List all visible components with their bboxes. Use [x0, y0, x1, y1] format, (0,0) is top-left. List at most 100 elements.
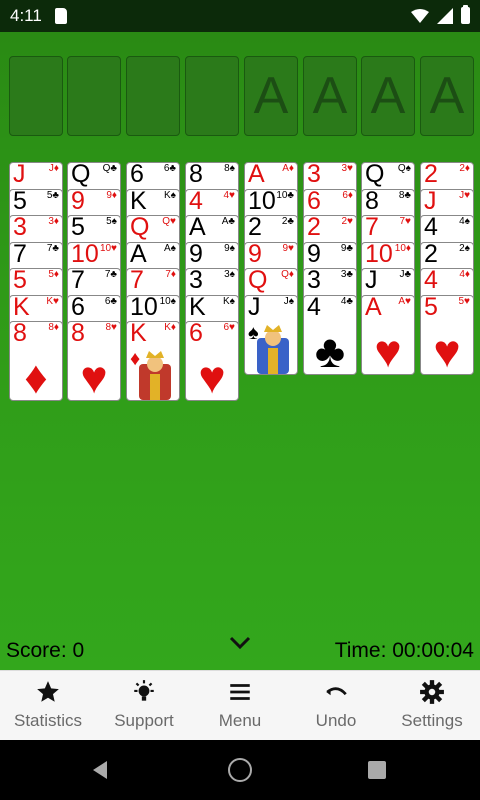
playing-card[interactable]: K K♦ ♦ — [126, 321, 180, 401]
bottom-toolbar: Statistics Support Menu Undo Settings — [0, 670, 480, 740]
card-rank: 6 — [307, 188, 321, 215]
card-corner-index: 9♥ — [282, 242, 295, 254]
foundation-1[interactable]: A — [244, 56, 298, 136]
star-icon — [37, 681, 59, 702]
game-table: A A A A J J♦ 5 5♣ 3 3♦ 7 7♣ 5 5♦ K K♥ 8 8♦ ♦ Q Q♣ 9 9♦ 5 5♠ 1… — [0, 32, 480, 670]
card-rank: 3 — [189, 268, 203, 294]
card-rank: J — [424, 188, 437, 215]
statistics-button[interactable]: Statistics — [0, 671, 96, 740]
playing-card[interactable]: A A♥ ♥ — [361, 294, 415, 375]
card-corner-index: 4♦ — [459, 269, 470, 280]
card-corner-index: J♠ — [283, 295, 294, 307]
card-corner-index: 3♥ — [341, 163, 354, 174]
card-rank: 8 — [71, 321, 85, 347]
playing-card[interactable]: 5 5♥ ♥ — [420, 294, 474, 375]
card-rank: 4 — [424, 268, 438, 294]
card-corner-index: 9♠ — [224, 242, 235, 254]
card-rank: K — [13, 294, 30, 321]
card-corner-index: 5♥ — [458, 295, 471, 307]
foundation-placeholder: A — [370, 67, 406, 125]
card-rank: 4 — [189, 188, 203, 215]
card-rank: A — [248, 162, 265, 188]
hamburger-menu-icon — [230, 684, 250, 700]
card-corner-index: A♠ — [164, 242, 176, 254]
card-rank: 3 — [13, 215, 27, 241]
free-cell-4[interactable] — [185, 56, 239, 136]
playing-card[interactable]: J J♠ ♠ — [244, 294, 298, 375]
card-rank: 2 — [307, 215, 321, 241]
card-corner-index: K♠ — [164, 189, 176, 201]
card-corner-index: 6♣ — [104, 295, 117, 307]
chevron-down-icon[interactable] — [228, 634, 252, 652]
card-corner-index: 10♦ — [394, 242, 411, 254]
card-rank: 6 — [130, 162, 144, 188]
menu-button[interactable]: Menu — [192, 671, 288, 740]
card-corner-index: K♦ — [164, 322, 176, 333]
card-corner-index: 9♣ — [340, 242, 353, 254]
card-rank: 6 — [189, 321, 203, 347]
back-icon[interactable] — [90, 760, 110, 780]
card-rank: J — [248, 294, 261, 321]
card-rank: 9 — [307, 241, 321, 268]
foundation-2[interactable]: A — [303, 56, 357, 136]
wifi-icon — [411, 8, 429, 23]
card-rank: 7 — [71, 268, 85, 294]
home-icon[interactable] — [228, 758, 252, 782]
card-rank: 10 — [248, 188, 276, 215]
card-rank: 2 — [424, 162, 438, 188]
playing-card[interactable]: 8 8♥ ♥ — [67, 321, 121, 401]
card-corner-index: 2♠ — [459, 242, 470, 254]
undo-label: Undo — [315, 711, 357, 730]
card-corner-index: Q♠ — [397, 163, 411, 174]
card-rank: 8 — [13, 321, 27, 347]
card-corner-index: 4♠ — [459, 216, 470, 227]
card-corner-index: 8♥ — [105, 322, 118, 333]
settings-button[interactable]: Settings — [384, 671, 480, 740]
playing-card[interactable]: 8 8♦ ♦ — [9, 321, 63, 401]
recent-apps-icon[interactable] — [368, 761, 386, 779]
menu-label: Menu — [218, 711, 262, 730]
card-rank: 4 — [424, 215, 438, 241]
playing-card[interactable]: 4 4♣ ♣ — [303, 294, 357, 375]
card-rank: Q — [365, 162, 385, 188]
card-corner-index: A♣ — [221, 216, 235, 227]
free-cell-3[interactable] — [126, 56, 180, 136]
card-rank: A — [189, 215, 206, 241]
face-card-art — [139, 351, 171, 400]
card-corner-index: 4♣ — [340, 295, 353, 307]
card-corner-index: 8♦ — [48, 322, 59, 333]
card-corner-index: 6♦ — [342, 189, 353, 201]
card-corner-index: K♠ — [223, 295, 235, 307]
card-rank: K — [189, 294, 206, 321]
card-corner-index: 7♦ — [165, 269, 176, 280]
free-cell-2[interactable] — [67, 56, 121, 136]
free-cell-1[interactable] — [9, 56, 63, 136]
card-corner-index: A♦ — [282, 163, 294, 174]
support-label: Support — [114, 711, 174, 730]
support-button[interactable]: Support — [96, 671, 192, 740]
foundation-4[interactable]: A — [420, 56, 474, 136]
card-corner-index: 10♥ — [99, 242, 117, 254]
undo-icon — [326, 687, 347, 696]
card-rank: 5 — [13, 188, 27, 215]
playing-card[interactable]: 6 6♥ ♥ — [185, 321, 239, 401]
card-rank: 6 — [71, 294, 85, 321]
card-rank: 10 — [365, 241, 393, 268]
card-rank: K — [130, 321, 147, 347]
card-corner-index: 8♣ — [398, 189, 411, 201]
card-rank: 3 — [307, 268, 321, 294]
card-corner-index: 7♣ — [104, 269, 117, 280]
score-label: Score: 0 — [6, 639, 85, 662]
undo-button[interactable]: Undo — [288, 671, 384, 740]
card-rank: 10 — [130, 294, 158, 321]
card-rank: 4 — [307, 294, 321, 321]
card-rank: 8 — [365, 188, 379, 215]
foundation-3[interactable]: A — [361, 56, 415, 136]
card-corner-index: Q♦ — [281, 269, 294, 280]
card-corner-index: K♥ — [46, 295, 59, 307]
statistics-label: Statistics — [13, 711, 83, 730]
status-icons — [411, 5, 470, 24]
time-label: Time: 00:00:04 — [334, 639, 474, 662]
card-corner-index: 10♠ — [159, 295, 176, 307]
card-corner-index: 3♠ — [224, 269, 235, 280]
